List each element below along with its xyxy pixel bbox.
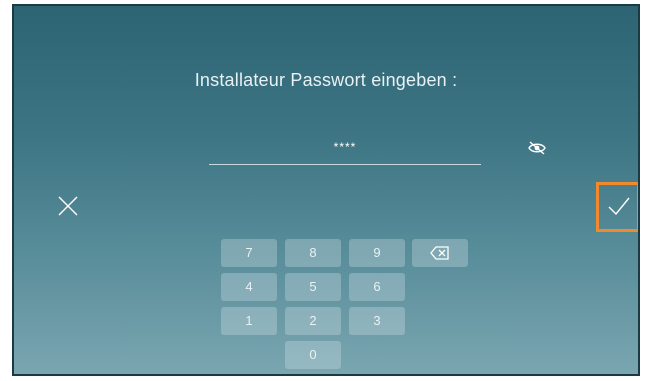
cancel-button[interactable] — [56, 194, 80, 218]
key-5[interactable]: 5 — [285, 273, 341, 301]
key-9[interactable]: 9 — [349, 239, 405, 267]
close-icon — [58, 196, 78, 216]
key-7[interactable]: 7 — [221, 239, 277, 267]
page-title: Installateur Passwort eingeben : — [194, 70, 458, 90]
backspace-button[interactable] — [412, 239, 468, 267]
key-2[interactable]: 2 — [285, 307, 341, 335]
password-entry-screen: Installateur Passwort eingeben : **** 7 — [12, 4, 640, 376]
password-input[interactable]: **** — [209, 130, 481, 165]
key-0[interactable]: 0 — [285, 341, 341, 369]
key-6[interactable]: 6 — [349, 273, 405, 301]
password-masked-value: **** — [333, 140, 357, 154]
backspace-icon — [430, 246, 449, 260]
device-frame: Installateur Passwort eingeben : **** 7 — [0, 0, 645, 381]
key-8[interactable]: 8 — [285, 239, 341, 267]
checkmark-icon — [608, 197, 630, 216]
key-3[interactable]: 3 — [349, 307, 405, 335]
eye-slash-icon[interactable] — [527, 140, 547, 156]
key-4[interactable]: 4 — [221, 273, 277, 301]
confirm-button[interactable] — [596, 182, 638, 232]
key-1[interactable]: 1 — [221, 307, 277, 335]
